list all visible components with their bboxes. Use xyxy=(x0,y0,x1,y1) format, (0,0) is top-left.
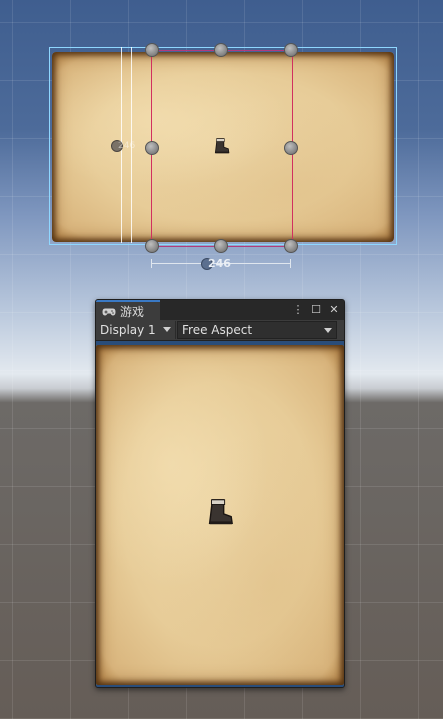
rect-handle-bottom-right[interactable] xyxy=(284,239,298,253)
chevron-down-icon xyxy=(163,327,171,332)
game-window: 游戏 ⋮ ☐ ✕ Display 1 Free Aspect xyxy=(95,299,345,688)
display-select[interactable]: Display 1 xyxy=(96,321,176,339)
rect-handle-top-left[interactable] xyxy=(145,43,159,57)
gamepad-icon xyxy=(102,302,116,321)
aspect-select[interactable]: Free Aspect xyxy=(177,321,337,339)
tab-game[interactable]: 游戏 xyxy=(96,300,160,320)
height-dimension-label: 246 xyxy=(118,141,136,151)
display-select-value: Display 1 xyxy=(100,323,156,337)
aspect-select-value: Free Aspect xyxy=(182,323,253,337)
chevron-down-icon xyxy=(324,328,332,333)
boot-sprite xyxy=(204,497,234,527)
close-icon[interactable]: ✕ xyxy=(328,302,340,318)
boot-sprite[interactable] xyxy=(212,137,230,155)
game-toolbar: Display 1 Free Aspect xyxy=(96,320,344,341)
rect-handle-bottom-center[interactable] xyxy=(214,239,228,253)
rect-handle-top-right[interactable] xyxy=(284,43,298,57)
width-dimension-label: 246 xyxy=(208,257,231,270)
rect-handle-middle-right[interactable] xyxy=(284,141,298,155)
rect-handle-top-center[interactable] xyxy=(214,43,228,57)
rect-handle-middle-left[interactable] xyxy=(145,141,159,155)
rect-handle-bottom-left[interactable] xyxy=(145,239,159,253)
game-viewport[interactable] xyxy=(96,341,344,687)
game-window-titlebar: 游戏 ⋮ ☐ ✕ xyxy=(96,300,344,320)
window-controls: ⋮ ☐ ✕ xyxy=(292,302,340,318)
tab-game-label: 游戏 xyxy=(120,304,145,319)
maximize-icon[interactable]: ☐ xyxy=(310,302,322,318)
more-menu-icon[interactable]: ⋮ xyxy=(292,302,304,318)
